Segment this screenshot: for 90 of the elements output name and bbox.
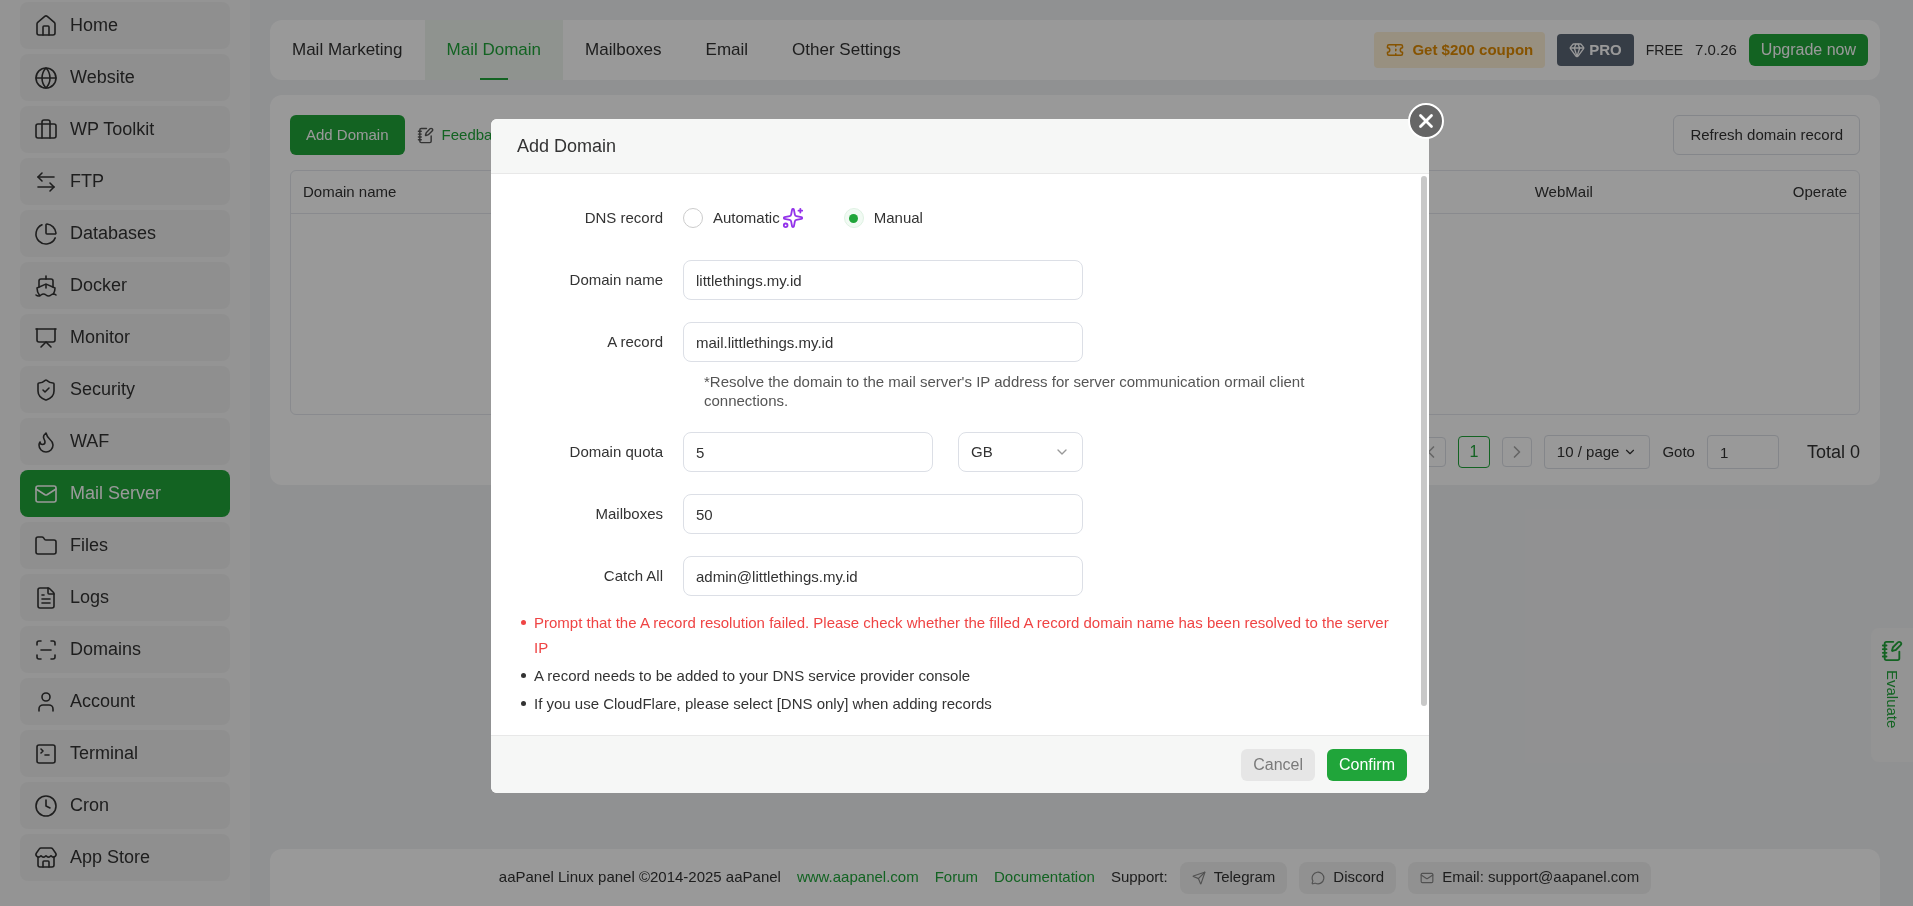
note-text: A record needs to be added to your DNS service provider console: [534, 666, 971, 686]
column-header: Domain name: [303, 181, 397, 202]
radio-option[interactable]: Manual: [843, 206, 923, 230]
input-field[interactable]: 50: [683, 494, 1083, 534]
confirm-button[interactable]: Confirm: [1327, 748, 1407, 781]
monitor-icon: [34, 325, 58, 350]
field-label: Catch All: [602, 565, 664, 586]
send-icon: [1191, 870, 1206, 885]
tab[interactable]: Mailboxes: [563, 20, 684, 80]
upgrade-button[interactable]: Upgrade now: [1748, 34, 1868, 66]
unit-select[interactable]: GB: [958, 432, 1083, 472]
sidebar-item[interactable]: Logs: [20, 574, 230, 621]
refresh-button[interactable]: Refresh domain record: [1673, 115, 1860, 155]
sidebar-item[interactable]: Cron: [20, 782, 230, 829]
terminal-icon: [34, 741, 58, 766]
input-field[interactable]: 5: [683, 432, 933, 472]
support-link[interactable]: Email: support@aapanel.com: [1408, 861, 1652, 894]
radio-option[interactable]: Automatic: [683, 206, 804, 230]
chat-icon: [1311, 870, 1326, 885]
sidebar-item[interactable]: FTP: [20, 158, 230, 205]
field-label: Domain name: [568, 269, 664, 290]
footer-link[interactable]: www.aapanel.com: [796, 866, 919, 889]
goto-field[interactable]: 1: [1706, 435, 1779, 469]
hint-text: *Resolve the domain to the mail server's IP address for server communication ormail client connections.: [704, 372, 1306, 410]
goto-label: Goto: [1662, 441, 1695, 462]
sidebar-item[interactable]: Terminal: [20, 730, 230, 777]
sidebar-item[interactable]: App Store: [20, 834, 230, 881]
tab[interactable]: Other Settings: [770, 20, 923, 80]
arrows-icon: [34, 169, 58, 194]
bullet-icon: [521, 620, 526, 625]
sidebar-item[interactable]: Monitor: [20, 314, 230, 361]
page-size-select[interactable]: 10 / page: [1543, 435, 1651, 469]
column-header: Operate: [1792, 181, 1847, 202]
sidebar-item[interactable]: Mail Server: [20, 470, 230, 517]
field-label: Domain quota: [568, 441, 664, 462]
ship-icon: [34, 273, 58, 298]
home-icon: [34, 13, 58, 38]
note-text: Prompt that the A record resolution failed. Please check whether the filled A record domain name has been resolved to the server IP: [534, 613, 1390, 658]
bullet-icon: [521, 673, 526, 678]
field-label: Mailboxes: [594, 503, 664, 524]
copyright-text: aaPanel Linux panel ©2014-2025 aaPanel: [498, 867, 781, 888]
footer-link[interactable]: Documentation: [994, 866, 1095, 889]
tab[interactable]: Email: [683, 20, 771, 80]
note-text: If you use CloudFlare, please select [DNS only] when adding records: [534, 694, 992, 714]
feedback-icon: [1881, 640, 1903, 662]
input-field[interactable]: littlethings.my.id: [683, 260, 1083, 300]
store-icon: [34, 845, 58, 870]
bullet-icon: [521, 701, 526, 706]
page-number[interactable]: 1: [1457, 436, 1490, 468]
sidebar-item[interactable]: Security: [20, 366, 230, 413]
folder-icon: [34, 533, 58, 558]
gem-icon: [1569, 42, 1586, 58]
support-label: Support:: [1110, 867, 1168, 888]
shield-check-icon: [34, 377, 58, 402]
scan-icon: [34, 637, 58, 662]
sidebar-item[interactable]: Account: [20, 678, 230, 725]
field-label: A record: [606, 331, 664, 352]
sidebar-item[interactable]: Domains: [20, 626, 230, 673]
add-domain-button[interactable]: Add Domain: [290, 115, 405, 155]
radio-button: [843, 208, 864, 228]
sparkles-icon: [781, 207, 804, 229]
tab[interactable]: Mail Marketing: [270, 20, 425, 80]
dialog-title: Add Domain: [517, 134, 617, 158]
version-label: 7.0.26: [1695, 39, 1737, 60]
sidebar-item[interactable]: Docker: [20, 262, 230, 309]
support-link[interactable]: Telegram: [1179, 861, 1288, 894]
mail-icon: [1420, 870, 1435, 885]
sidebar-item[interactable]: Home: [20, 2, 230, 49]
input-field[interactable]: mail.littlethings.my.id: [683, 322, 1083, 362]
footer-link[interactable]: Forum: [934, 866, 978, 889]
pie-chart-icon: [34, 221, 58, 246]
sidebar-item[interactable]: Website: [20, 54, 230, 101]
globe-icon: [34, 65, 58, 90]
document-icon: [34, 585, 58, 610]
clock-icon: [34, 793, 58, 818]
pro-badge: PRO: [1557, 34, 1634, 66]
ticket-icon: [1386, 41, 1405, 59]
sidebar-item[interactable]: Databases: [20, 210, 230, 257]
edition-label: FREE: [1645, 40, 1684, 60]
sidebar-item[interactable]: WP Toolkit: [20, 106, 230, 153]
column-header: WebMail: [1534, 181, 1593, 202]
total-count: Total 0: [1806, 440, 1860, 464]
tab-underline: [479, 78, 508, 80]
feedback-icon: [416, 126, 434, 144]
sidebar-item[interactable]: Files: [20, 522, 230, 569]
field-label: DNS record: [583, 207, 664, 228]
briefcase-icon: [34, 117, 58, 142]
input-field[interactable]: admin@littlethings.my.id: [683, 556, 1083, 596]
support-link[interactable]: Discord: [1299, 861, 1397, 894]
sidebar-item[interactable]: WAF: [20, 418, 230, 465]
